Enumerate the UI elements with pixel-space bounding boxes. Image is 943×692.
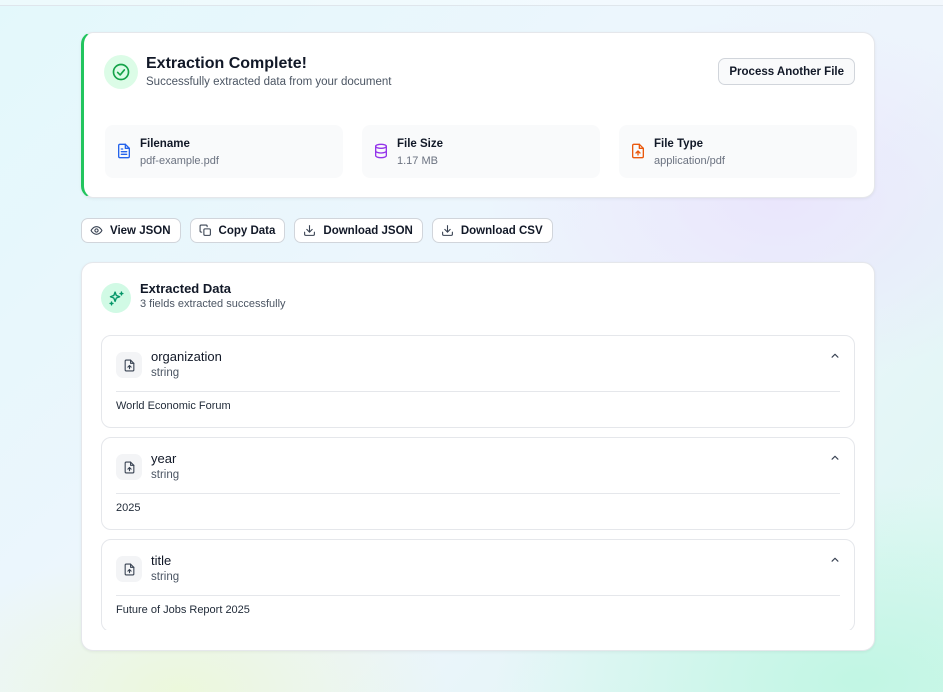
copy-icon [199, 224, 211, 236]
info-value: pdf-example.pdf [140, 155, 219, 167]
field-value: 2025 [116, 502, 141, 514]
info-label: File Size [397, 138, 444, 150]
chevron-up-icon[interactable] [828, 349, 842, 363]
download-icon [441, 225, 453, 236]
field-item-organization: organization string World Economic Forum [101, 335, 855, 428]
field-item-year: year string 2025 [101, 437, 855, 530]
info-filename: Filename pdf-example.pdf [105, 125, 343, 178]
info-label: Filename [140, 138, 190, 150]
download-icon [304, 225, 316, 236]
field-name: organization [151, 349, 222, 364]
database-icon [375, 143, 387, 159]
info-label: File Type [654, 138, 703, 150]
file-type-icon [116, 352, 142, 378]
divider [116, 391, 840, 392]
file-type-icon [116, 454, 142, 480]
view-json-label: View JSON [110, 224, 171, 237]
divider [116, 493, 840, 494]
check-circle-icon [104, 55, 138, 89]
info-value: application/pdf [654, 155, 725, 167]
field-type: string [151, 571, 180, 583]
field-name: title [151, 553, 172, 568]
file-type-icon [632, 143, 644, 159]
field-value: World Economic Forum [116, 400, 231, 412]
file-type-icon [116, 556, 142, 582]
chevron-up-icon[interactable] [828, 451, 842, 465]
copy-data-button[interactable]: Copy Data [189, 218, 286, 243]
field-value: Future of Jobs Report 2025 [116, 604, 250, 616]
summary-title: Extraction Complete! [146, 55, 307, 72]
field-type: string [151, 367, 180, 379]
process-another-file-button[interactable]: Process Another File [718, 58, 855, 85]
chevron-up-icon[interactable] [828, 553, 842, 567]
eye-icon [90, 226, 103, 235]
top-bar [0, 0, 943, 6]
divider [116, 595, 840, 596]
field-name: year [151, 451, 177, 466]
extraction-summary-card: Extraction Complete! Successfully extrac… [81, 32, 875, 198]
action-toolbar: View JSON Copy Data Download JSON Downlo… [81, 218, 553, 244]
sparkles-icon [101, 283, 131, 313]
copy-data-label: Copy Data [218, 224, 276, 237]
extracted-data-subtitle: 3 fields extracted successfully [140, 298, 286, 310]
field-item-title: title string Future of Jobs Report 2025 [101, 539, 855, 630]
info-file-type: File Type application/pdf [619, 125, 857, 178]
field-type: string [151, 469, 180, 481]
extracted-data-card: Extracted Data 3 fields extracted succes… [81, 262, 875, 651]
summary-subtitle: Successfully extracted data from your do… [146, 76, 392, 88]
file-text-icon [118, 143, 130, 159]
view-json-button[interactable]: View JSON [81, 218, 181, 243]
download-json-button[interactable]: Download JSON [294, 218, 423, 243]
info-file-size: File Size 1.17 MB [362, 125, 600, 178]
download-csv-label: Download CSV [460, 224, 543, 237]
extracted-data-title: Extracted Data [140, 281, 232, 296]
fields-list[interactable]: organization string World Economic Forum… [101, 335, 856, 630]
download-json-label: Download JSON [323, 224, 413, 237]
info-value: 1.17 MB [397, 155, 438, 167]
download-csv-button[interactable]: Download CSV [431, 218, 553, 243]
